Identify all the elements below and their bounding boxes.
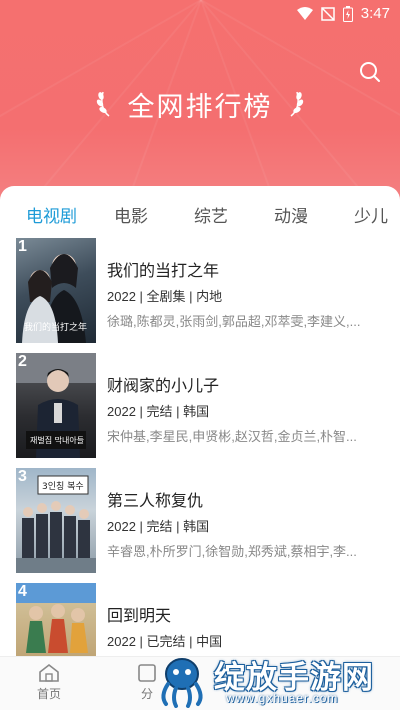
wifi-icon — [296, 6, 313, 20]
nav-home[interactable]: 首页 — [19, 663, 79, 702]
list-item[interactable]: 재벌집 막내아들 2 财阀家的小儿子 2022 | 完结 | 韩国 宋仲基,李星… — [0, 353, 400, 463]
rank-badge: 1 — [18, 238, 27, 255]
item-title: 回到明天 — [107, 608, 172, 625]
ranking-header: 3:47 全网排行榜 — [0, 0, 400, 215]
item-meta: 2022 | 全剧集 | 内地 — [107, 289, 223, 304]
item-title: 财阀家的小儿子 — [107, 378, 220, 395]
category-tabs: 电视剧 电影 综艺 动漫 少儿 — [0, 202, 400, 228]
watermark-url: www.gxhuaer.com — [226, 691, 339, 705]
status-bar: 3:47 — [0, 0, 400, 28]
item-meta: 2022 | 完结 | 韩国 — [107, 404, 210, 419]
rank-badge: 3 — [18, 468, 27, 485]
page-title: 全网排行榜 — [127, 92, 273, 122]
octopus-logo-icon — [161, 658, 203, 708]
item-cast: 徐璐,陈都灵,张雨剑,郭品超,邓萃雯,李建义,... — [107, 314, 361, 329]
tab-tv-series[interactable]: 电视剧 — [26, 202, 77, 227]
tab-kids[interactable]: 少儿 — [354, 202, 388, 227]
poster-image: 4 — [16, 583, 96, 656]
ranking-card: 电视剧 电影 综艺 动漫 少儿 我们的当打之年 1 我们的当打之年 2022 |… — [0, 186, 400, 656]
list-item[interactable]: 3인칭 복수 3 第三人称复仇 2022 | 完结 | 韩国 辛睿恩,朴所罗门,… — [0, 468, 400, 578]
watermark: 绽放手游网 www.gxhuaer.com — [152, 650, 400, 710]
tab-anime[interactable]: 动漫 — [274, 202, 308, 227]
item-cast: 宋仲基,李星民,申贤彬,赵汉哲,金贞兰,朴智... — [107, 429, 357, 444]
search-button[interactable] — [358, 60, 384, 86]
poster-image: 3인칭 복수 3 — [16, 468, 96, 573]
list-item[interactable]: 4 回到明天 2022 | 已完结 | 中国 — [0, 583, 400, 656]
poster-image: 재벌집 막내아들 2 — [16, 353, 96, 458]
rank-badge: 2 — [18, 353, 27, 370]
search-icon — [360, 62, 380, 82]
home-icon — [39, 663, 59, 682]
item-cast: 辛睿恩,朴所罗门,徐智勋,郑秀斌,蔡相宇,李... — [107, 544, 357, 559]
list-item[interactable]: 我们的当打之年 1 我们的当打之年 2022 | 全剧集 | 内地 徐璐,陈都灵… — [0, 238, 400, 348]
rank-badge: 4 — [18, 583, 27, 600]
svg-text:재벌집 막내아들: 재벌집 막내아들 — [30, 435, 84, 445]
item-meta: 2022 | 已完结 | 中国 — [107, 634, 223, 649]
item-title: 我们的当打之年 — [107, 263, 220, 280]
svg-text:我们的当打之年: 我们的当打之年 — [24, 321, 87, 333]
no-signal-icon — [321, 6, 335, 21]
poster-image: 我们的当打之年 1 — [16, 238, 96, 343]
nav-home-label: 首页 — [36, 687, 61, 701]
item-meta: 2022 | 完结 | 韩国 — [107, 519, 210, 534]
status-time: 3:47 — [360, 5, 390, 22]
tab-movies[interactable]: 电影 — [114, 202, 148, 227]
tab-variety[interactable]: 综艺 — [194, 202, 228, 227]
svg-text:3인칭 복수: 3인칭 복수 — [42, 481, 84, 492]
item-title: 第三人称复仇 — [107, 493, 204, 510]
battery-icon — [342, 5, 353, 22]
